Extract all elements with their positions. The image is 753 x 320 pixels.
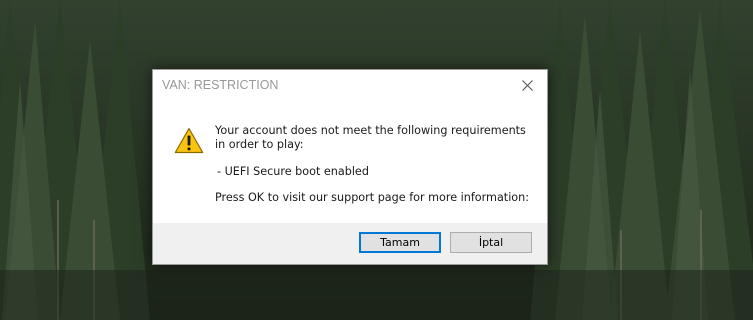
dialog-title: VAN: RESTRICTION [162,78,279,92]
close-button[interactable] [507,70,547,100]
restriction-dialog: VAN: RESTRICTION Your account does not m… [152,69,548,265]
dialog-button-bar: Tamam İptal [153,223,547,264]
dialog-titlebar[interactable]: VAN: RESTRICTION [153,70,547,101]
close-icon [521,79,533,91]
warning-icon [174,127,204,154]
message-requirement-item: - UEFI Secure boot enabled [217,165,369,178]
cancel-button[interactable]: İptal [450,232,532,253]
message-support-text: Press OK to visit our support page for m… [215,191,530,204]
ok-button[interactable]: Tamam [359,232,441,253]
message-requirements-intro: Your account does not meet the following… [215,124,526,151]
dialog-message: Your account does not meet the following… [215,124,535,205]
